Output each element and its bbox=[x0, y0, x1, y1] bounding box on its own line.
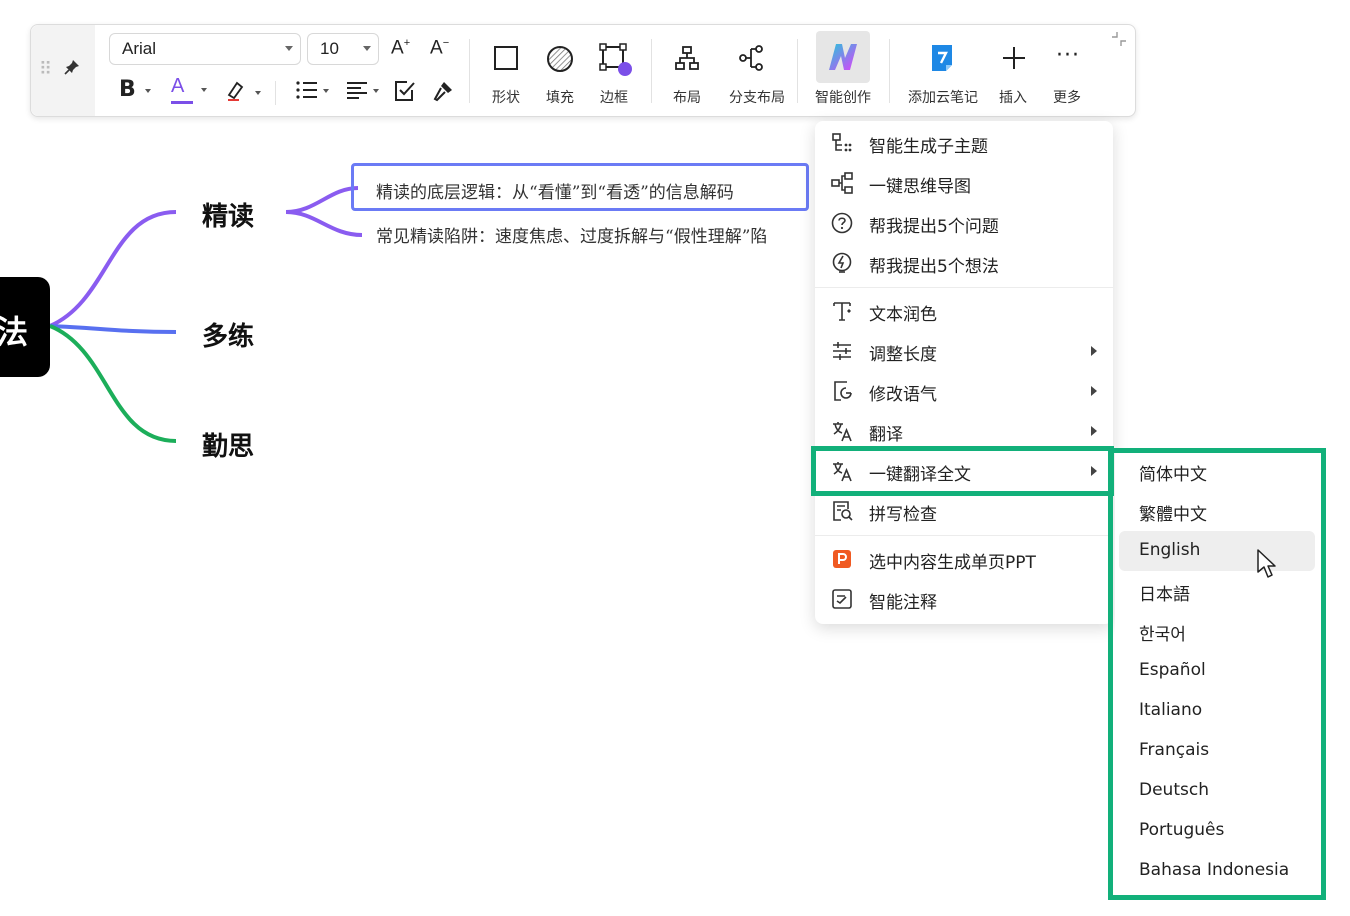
ai-create-menu: 智能生成子主题 一键思维导图 帮我提出5个问题 帮我提出5个想法 文本润色 调整… bbox=[815, 121, 1113, 624]
menu-item-generate-subtopic[interactable]: 智能生成子主题 bbox=[815, 123, 1113, 163]
translate-icon bbox=[833, 422, 852, 442]
mouse-cursor-icon bbox=[1257, 549, 1276, 578]
collapse-toolbar-icon[interactable] bbox=[1111, 31, 1127, 47]
menu-item-label: 帮我提出5个想法 bbox=[869, 257, 999, 277]
sub-topic-icon bbox=[832, 133, 852, 152]
menu-divider bbox=[815, 287, 1113, 288]
root-node-label: 法 bbox=[0, 313, 29, 351]
insert-label: 插入 bbox=[999, 90, 1027, 106]
topic-node-qinsi[interactable]: 勤思 bbox=[202, 426, 254, 463]
annotation-icon bbox=[832, 589, 852, 609]
menu-item-label: 调整长度 bbox=[869, 345, 937, 365]
more-icon: ··· bbox=[1056, 43, 1080, 68]
menu-item-polish-text[interactable]: 文本润色 bbox=[815, 291, 1113, 331]
menu-item-label: 帮我提出5个问题 bbox=[869, 217, 999, 237]
more-label: 更多 bbox=[1053, 90, 1081, 106]
insert-button[interactable]: 插入 bbox=[983, 39, 1043, 109]
menu-item-five-ideas[interactable]: 帮我提出5个想法 bbox=[815, 243, 1113, 283]
toolbar-divider bbox=[889, 39, 890, 103]
highlight-translate-all-outline bbox=[811, 446, 1114, 496]
menu-item-label: 翻译 bbox=[869, 425, 903, 445]
topic-node-duolian[interactable]: 多练 bbox=[202, 316, 254, 353]
add-cloud-note-label: 添加云笔记 bbox=[908, 90, 978, 106]
add-cloud-note-button[interactable]: 添加云笔记 bbox=[899, 39, 983, 109]
polish-icon bbox=[833, 302, 851, 321]
question-icon bbox=[831, 212, 853, 234]
bulb-icon bbox=[832, 252, 852, 273]
menu-item-adjust-length[interactable]: 调整长度 bbox=[815, 331, 1113, 371]
menu-item-label: 智能生成子主题 bbox=[869, 137, 988, 157]
topic-node-jingdu[interactable]: 精读 bbox=[202, 196, 254, 233]
menu-item-spell-check[interactable]: 拼写检查 bbox=[815, 491, 1113, 531]
root-node[interactable]: 法 bbox=[0, 277, 50, 377]
menu-item-label: 拼写检查 bbox=[869, 505, 937, 525]
branch-line-qinsi bbox=[49, 324, 177, 443]
menu-item-label: 选中内容生成单页PPT bbox=[869, 553, 1036, 573]
menu-item-label: 文本润色 bbox=[869, 305, 937, 325]
menu-item-translate[interactable]: 翻译 bbox=[815, 411, 1113, 451]
subtopic-node-2[interactable]: 常见精读陷阱：速度焦虑、过度拆解与“假性理解”陷 bbox=[376, 222, 816, 247]
menu-item-one-click-mindmap[interactable]: 一键思维导图 bbox=[815, 163, 1113, 203]
ai-create-icon bbox=[829, 44, 857, 70]
cloud-note-icon bbox=[932, 45, 952, 71]
sub-branch-line-1 bbox=[285, 186, 359, 214]
menu-item-generate-ppt[interactable]: 选中内容生成单页PPT bbox=[815, 539, 1113, 579]
menu-item-label: 一键思维导图 bbox=[869, 177, 971, 197]
subtopic-node-2-wrap: 常见精读陷阱：速度焦虑、过度拆解与“假性理解”陷 bbox=[376, 222, 816, 247]
chevron-right-icon bbox=[1091, 386, 1097, 396]
adjust-length-icon bbox=[833, 342, 851, 360]
menu-item-smart-annotation[interactable]: 智能注释 bbox=[815, 579, 1113, 619]
sub-branch-line-2 bbox=[285, 210, 363, 237]
branch-line-duolian bbox=[49, 324, 177, 334]
branch-line-jingdu bbox=[49, 210, 177, 328]
ppt-icon bbox=[833, 550, 851, 568]
menu-item-change-tone[interactable]: 修改语气 bbox=[815, 371, 1113, 411]
chevron-right-icon bbox=[1091, 426, 1097, 436]
menu-item-label: 修改语气 bbox=[869, 385, 937, 405]
mindmap-icon bbox=[831, 172, 853, 194]
menu-divider bbox=[815, 535, 1113, 536]
menu-item-label: 智能注释 bbox=[869, 593, 937, 613]
highlight-language-submenu-outline bbox=[1108, 448, 1326, 900]
spell-check-icon bbox=[833, 501, 853, 521]
plus-icon bbox=[1003, 47, 1025, 69]
subtopic-node-1[interactable]: 精读的底层逻辑：从“看懂”到“看透”的信息解码 bbox=[376, 178, 734, 203]
chevron-right-icon bbox=[1091, 346, 1097, 356]
tone-icon bbox=[834, 381, 852, 401]
more-button[interactable]: ··· 更多 bbox=[1037, 39, 1097, 109]
menu-item-five-questions[interactable]: 帮我提出5个问题 bbox=[815, 203, 1113, 243]
